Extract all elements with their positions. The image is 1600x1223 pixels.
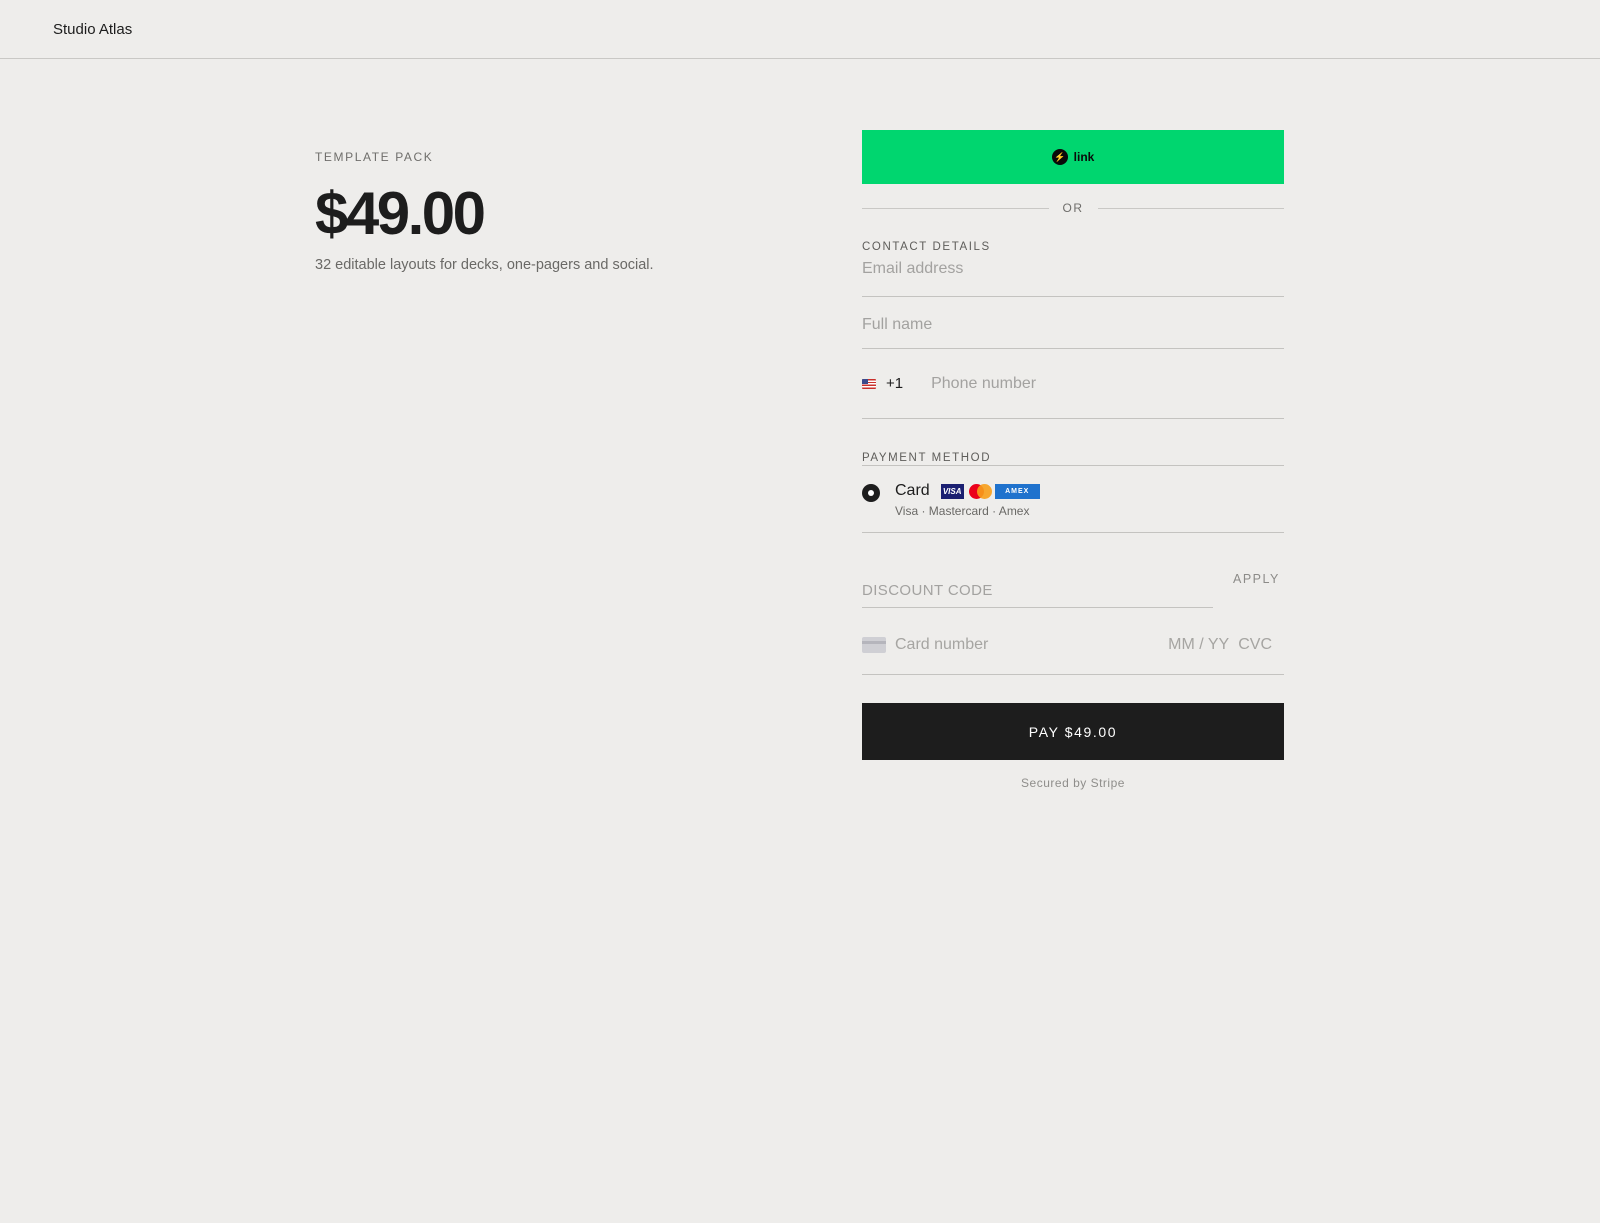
bolt-icon: ⚡: [1051, 149, 1068, 165]
payment-method-label: PAYMENT METHOD: [862, 452, 1284, 466]
email-field[interactable]: Email address: [862, 253, 1284, 297]
visa-logo-icon: VISA: [940, 483, 964, 499]
cvc-placeholder[interactable]: CVC: [1238, 636, 1272, 654]
expiry-placeholder[interactable]: MM / YY: [1168, 636, 1229, 654]
pay-button[interactable]: PAY $49.00: [862, 703, 1284, 760]
full-name-placeholder: Full name: [862, 315, 933, 333]
checkout-form: ⚡ link OR CONTACT DETAILS Email address …: [862, 130, 1284, 790]
card-option-text: Card VISA AMEX Visa · Mastercard · Amex: [895, 482, 1040, 532]
phone-field[interactable]: +1 Phone number: [862, 349, 1284, 419]
product-eyebrow: TEMPLATE PACK: [315, 150, 434, 164]
card-option-title: Card: [895, 482, 930, 499]
phone-placeholder: Phone number: [931, 374, 1037, 392]
us-flag-icon[interactable]: [862, 378, 876, 389]
divider-line-left: [862, 207, 1049, 209]
divider-text: OR: [1062, 201, 1084, 215]
credit-card-icon: [862, 636, 886, 653]
discount-code-placeholder: DISCOUNT CODE: [862, 582, 993, 599]
card-radio-button[interactable]: [862, 484, 880, 502]
product-description: 32 editable layouts for decks, one-pager…: [315, 257, 654, 273]
card-details-field[interactable]: Card number MM / YY CVC: [862, 608, 1284, 675]
secured-by-stripe: Secured by Stripe: [1021, 776, 1125, 790]
contact-details-label: CONTACT DETAILS: [862, 241, 991, 253]
country-code[interactable]: +1: [886, 375, 903, 392]
product-price: $49.00: [315, 180, 486, 247]
link-pay-label: link: [1073, 150, 1095, 164]
card-option-title-row: Card VISA AMEX: [895, 482, 1040, 500]
amex-logo-icon: AMEX: [994, 483, 1040, 499]
top-bar: Studio Atlas: [0, 0, 1600, 59]
apply-discount-button[interactable]: APPLY: [1233, 572, 1280, 586]
email-placeholder: Email address: [862, 260, 964, 277]
product-summary: TEMPLATE PACK $49.00 32 editable layouts…: [315, 150, 735, 273]
discount-row: DISCOUNT CODE APPLY: [862, 556, 1284, 608]
mastercard-logo-icon: [968, 483, 992, 499]
brand-name[interactable]: Studio Atlas: [53, 21, 132, 38]
discount-code-field[interactable]: DISCOUNT CODE: [862, 556, 1213, 608]
card-payment-option[interactable]: Card VISA AMEX Visa · Mastercard · Amex: [862, 466, 1284, 533]
card-option-subtitle: Visa · Mastercard · Amex: [895, 504, 1030, 518]
full-name-field[interactable]: Full name: [862, 297, 1284, 349]
or-divider: OR: [862, 200, 1284, 216]
card-number-placeholder[interactable]: Card number: [895, 636, 1168, 654]
divider-line-right: [1097, 207, 1284, 209]
link-pay-button[interactable]: ⚡ link: [862, 130, 1284, 184]
